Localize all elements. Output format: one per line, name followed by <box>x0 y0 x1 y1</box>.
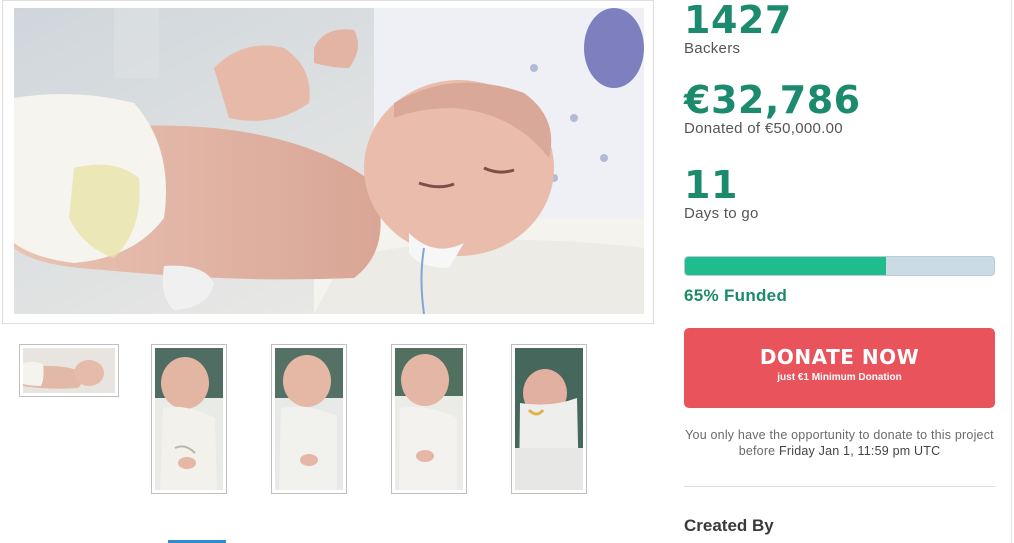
thumbnail-5[interactable] <box>511 344 587 494</box>
donated-label: Donated of €50,000.00 <box>684 120 843 137</box>
backers-label: Backers <box>684 40 741 57</box>
funding-progress-fill <box>685 257 886 275</box>
main-image-frame <box>2 0 654 324</box>
thumbnail-4[interactable] <box>391 344 467 494</box>
donate-now-button[interactable]: DONATE NOW just €1 Minimum Donation <box>684 328 995 408</box>
deadline-date: Friday Jan 1, 11:59 pm UTC <box>779 444 941 458</box>
thumbnail-1[interactable] <box>19 344 119 397</box>
days-label: Days to go <box>684 205 759 222</box>
backers-stat: 1427 Backers <box>684 0 792 58</box>
created-by-heading: Created By <box>684 516 774 535</box>
donated-amount: €32,786 <box>684 78 861 122</box>
days-stat: 11 Days to go <box>684 165 759 223</box>
divider <box>684 486 995 487</box>
backers-count: 1427 <box>684 0 792 42</box>
thumbnail-image <box>275 348 343 490</box>
thumbnail-image <box>155 348 223 490</box>
donate-button-sublabel: just €1 Minimum Donation <box>777 372 902 383</box>
days-count: 11 <box>684 163 738 207</box>
main-photo[interactable] <box>14 8 644 314</box>
thumbnail-3[interactable] <box>271 344 347 494</box>
thumbnail-2[interactable] <box>151 344 227 494</box>
funding-progress-bar <box>684 256 995 276</box>
funded-percent: 65% Funded <box>684 286 788 305</box>
thumbnail-image <box>23 348 115 393</box>
donated-stat: €32,786 Donated of €50,000.00 <box>684 80 861 138</box>
thumbnail-image <box>515 348 583 490</box>
page-edge-border <box>1011 0 1012 543</box>
donate-button-label: DONATE NOW <box>759 345 920 369</box>
deadline-notice: You only have the opportunity to donate … <box>684 427 995 459</box>
thumbnail-image <box>395 348 463 490</box>
